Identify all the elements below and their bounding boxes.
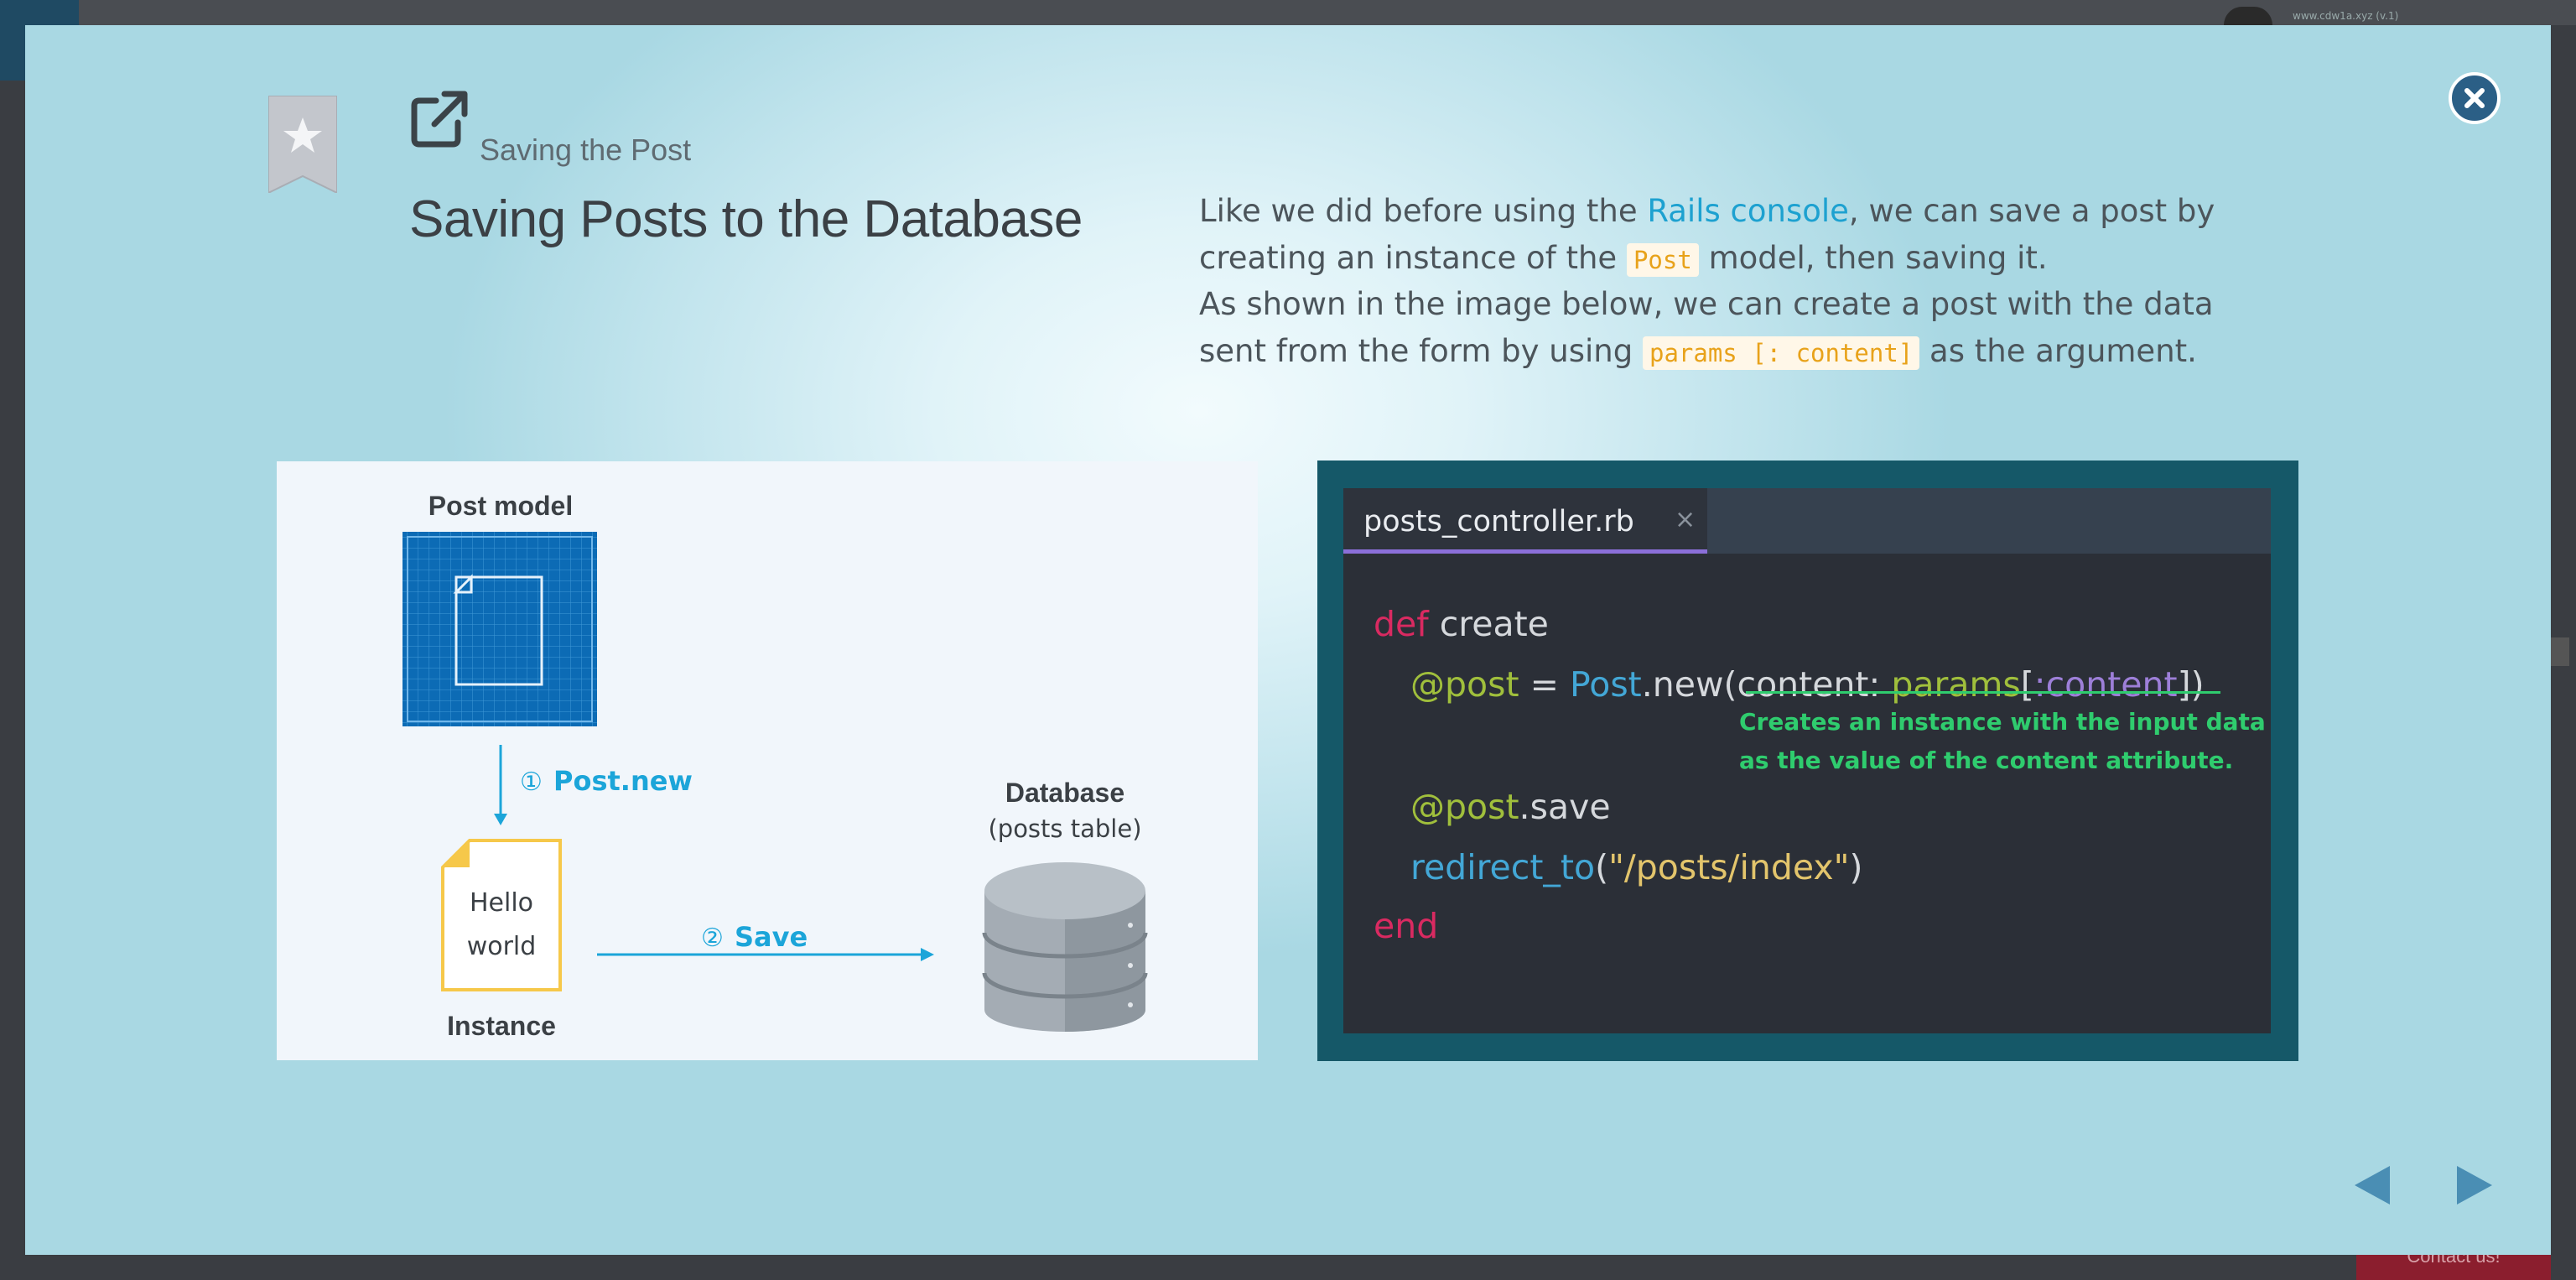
code-token: @post [1410,664,1519,705]
description-text: as the argument. [1919,332,2197,369]
annotation-note-line1: Creates an instance with the input data [1739,708,2266,736]
code-line-5: end [1374,906,1438,946]
tab-label: posts_controller.rb [1363,505,1634,539]
bookmark-star-icon[interactable] [268,96,337,193]
post-model-label: Post model [428,491,573,521]
document-line2: world [467,932,537,961]
code-panel: posts_controller.rb × def create @post =… [1317,460,2298,1061]
close-icon [2464,88,2485,108]
code-token: .new(content: [1641,664,1892,705]
slide-modal: Saving the Post Saving Posts to the Data… [25,25,2551,1255]
code-token: Post [1569,664,1642,705]
background-url-text: www.cdw1a.xyz (v.1) [2293,10,2399,22]
step1-label: Post.new [553,765,693,797]
step1-number: ① [520,767,543,797]
instance-label: Instance [447,1011,556,1041]
description-text: model, then saving it. [1698,239,2048,276]
code-token: "/posts/index" [1608,847,1850,887]
editor-tab-bar: posts_controller.rb × [1343,488,2271,554]
tab-close-icon[interactable]: × [1675,505,1696,534]
inline-code: Post [1626,242,1699,277]
section-label: Saving the Post [480,133,692,167]
inline-code: params [: content] [1642,336,1920,370]
code-editor: posts_controller.rb × def create @post =… [1343,488,2271,1033]
code-token: params [1891,664,2021,705]
code-token: ( [1595,847,1609,887]
description: Like we did before using the Rails conso… [1199,188,2289,374]
code-line-2: @post = Post.new(content: params[:conten… [1410,664,2205,705]
code-token: ]) [2177,664,2205,705]
code-token: def [1374,604,1429,644]
code-token: .save [1519,787,1611,827]
code-token: :content [2033,664,2178,705]
code-token: @post [1410,787,1519,827]
diagram-svg: Post model ① Post.new Hello world Instan… [402,491,1148,1041]
code-token: = [1519,664,1570,705]
database-icon [982,862,1148,1032]
code-token: redirect_to [1410,847,1596,887]
code-token: ) [1849,847,1863,887]
code-token: end [1374,906,1439,946]
code-line-3: @post.save [1410,787,1611,827]
step2-label: Save [735,921,808,953]
background-scrollbar [2551,637,2569,666]
arrow-left-icon[interactable] [2355,1166,2390,1205]
document-line1: Hello [470,888,533,918]
annotation-underline [1746,691,2220,694]
external-link-icon [411,91,468,148]
background-top-bar [0,0,2576,25]
blueprint-icon [402,532,597,726]
code-line-1: def create [1374,604,1549,644]
database-sublabel: (posts table) [988,814,1141,843]
rails-console-link[interactable]: Rails console [1647,193,1849,229]
code-token: [ [2020,664,2034,705]
post-save-diagram: Post model ① Post.new Hello world Instan… [277,461,1258,1060]
annotation-note-line2: as the value of the content attribute. [1739,747,2234,774]
step2-number: ② [701,924,724,953]
page-title: Saving Posts to the Database [409,190,1083,248]
code-line-4: redirect_to("/posts/index") [1410,847,1862,887]
database-label: Database [1005,778,1124,808]
close-button[interactable] [2449,72,2501,124]
tab-posts-controller[interactable]: posts_controller.rb × [1343,488,1707,554]
description-text: Like we did before using the [1199,193,1648,229]
arrow-right-icon[interactable] [2457,1166,2492,1205]
code-token: create [1428,604,1549,644]
